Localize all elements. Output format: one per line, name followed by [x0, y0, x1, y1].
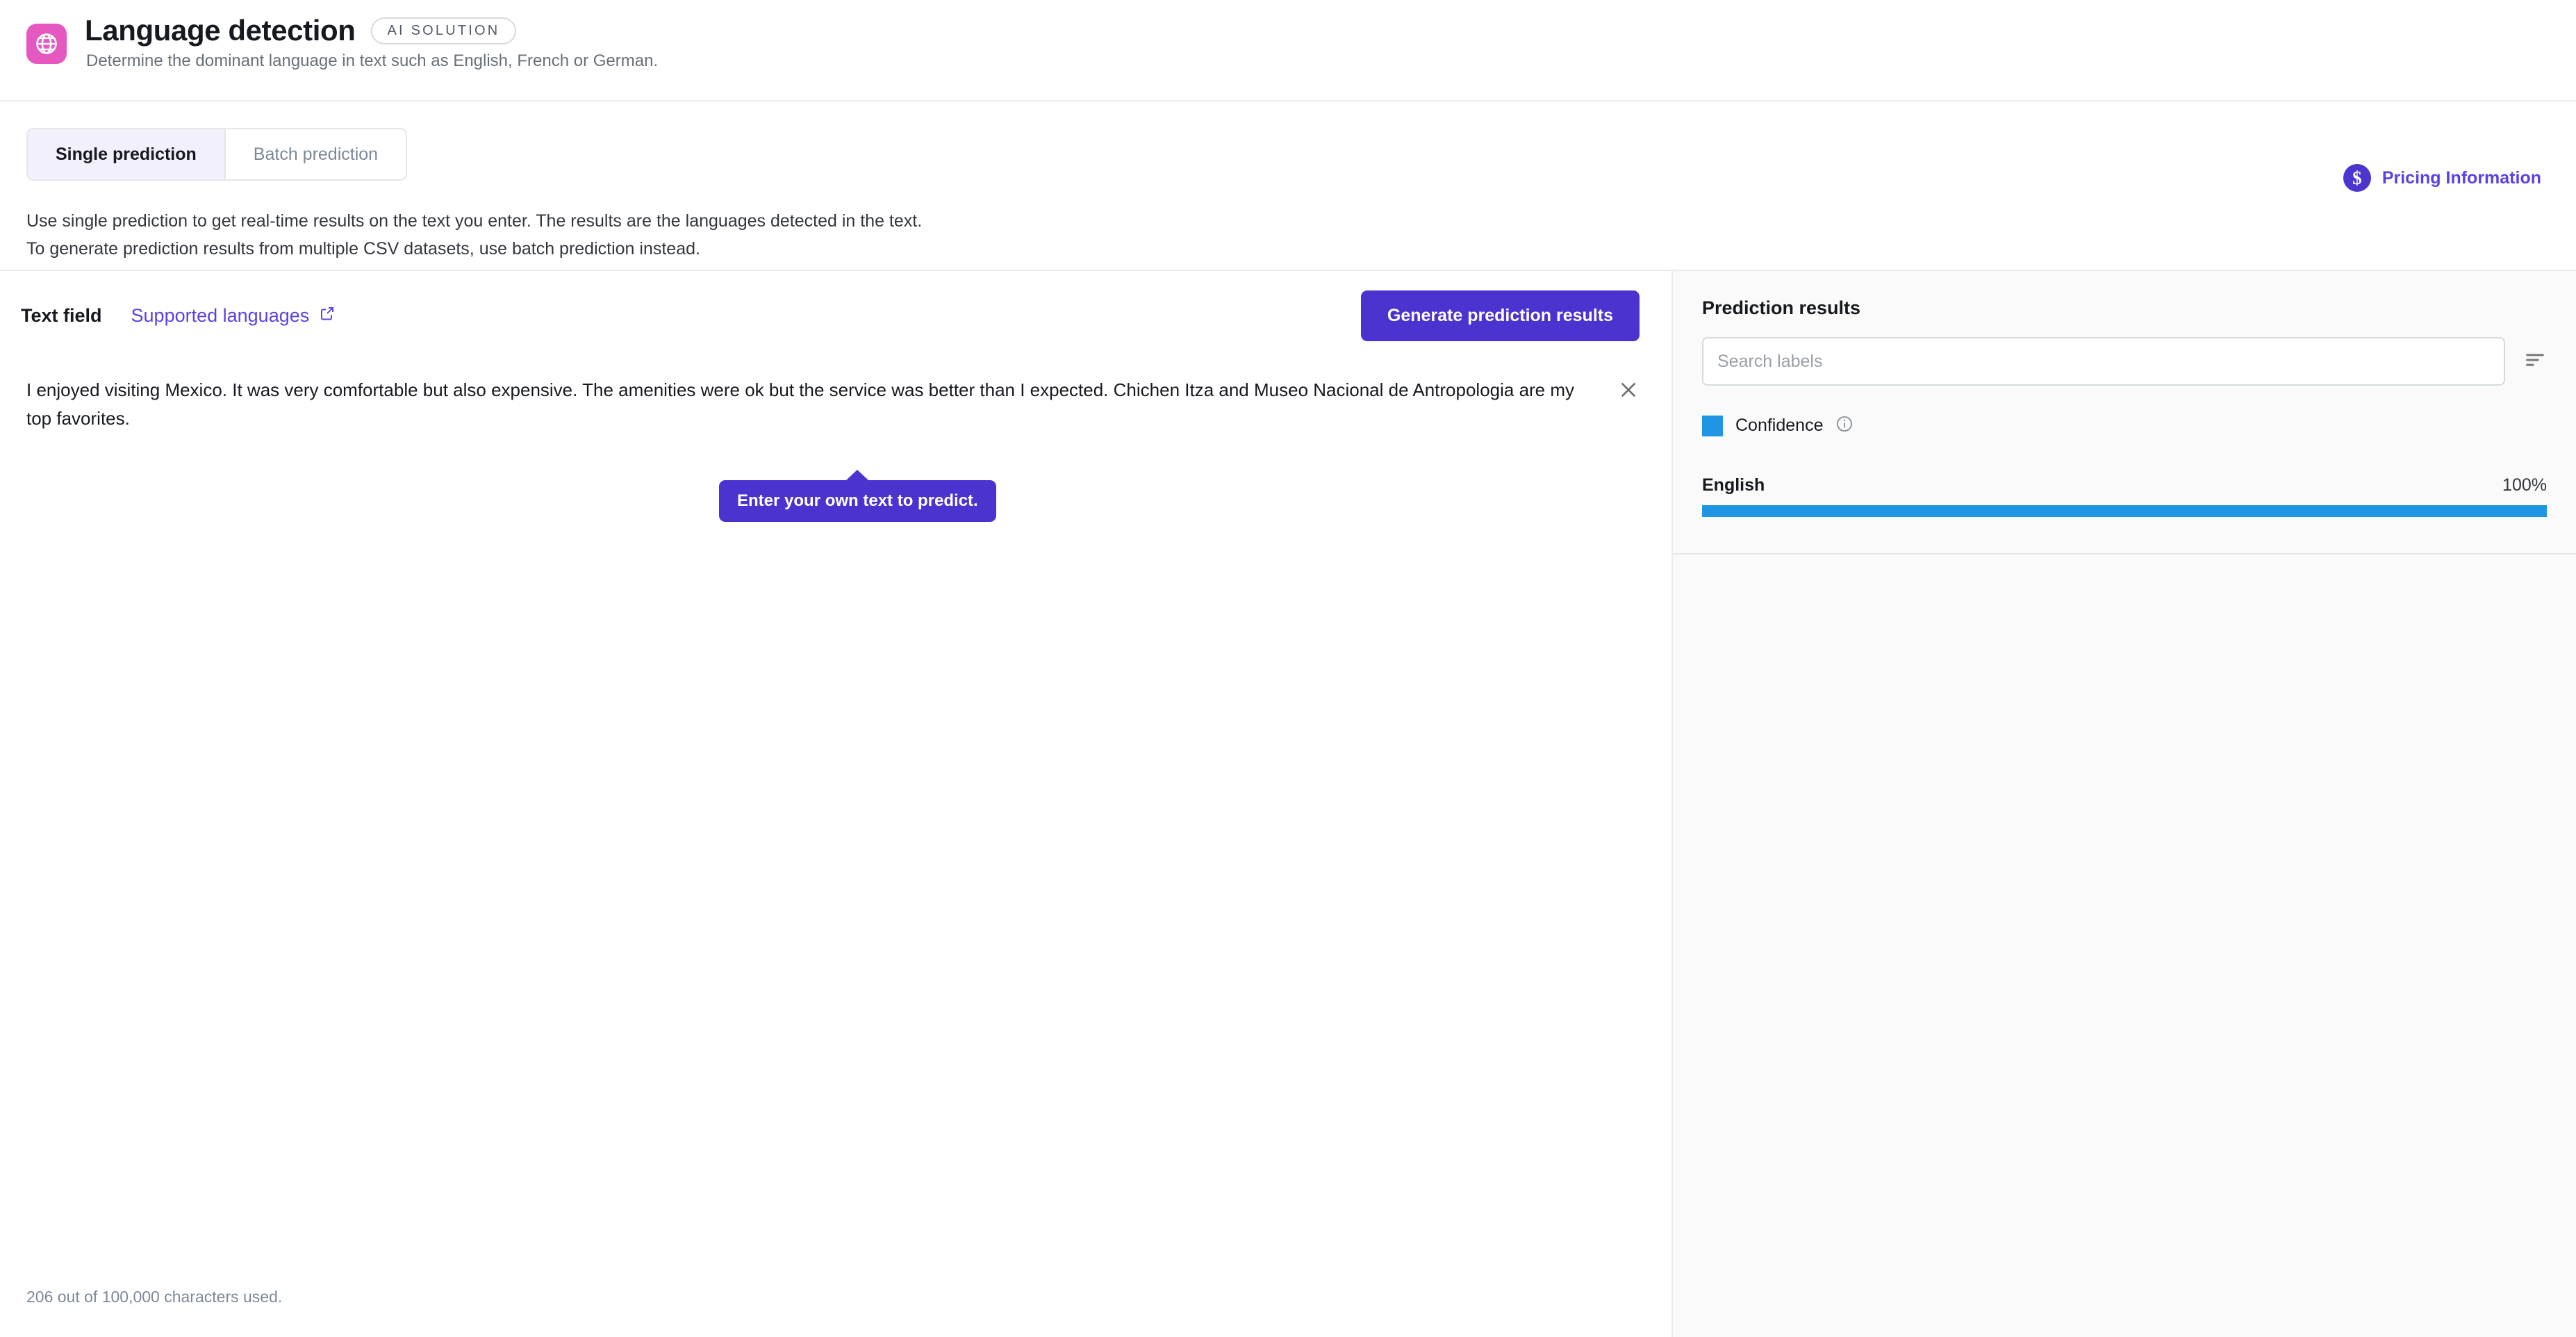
results-empty-space: [1673, 555, 2576, 1337]
result-row-english: English 100%: [1702, 475, 2547, 517]
result-head: English 100%: [1702, 475, 2547, 495]
confidence-legend: Confidence: [1702, 415, 2547, 436]
page-title: Language detection: [85, 14, 356, 47]
text-input-area[interactable]: I enjoyed visiting Mexico. It was very c…: [26, 376, 1602, 433]
intro-section: Single prediction Batch prediction Use s…: [0, 101, 2576, 271]
globe-icon: [26, 24, 67, 65]
result-confidence-value: 100%: [2502, 475, 2547, 495]
search-labels-input[interactable]: [1702, 337, 2505, 386]
character-count: 206 out of 100,000 characters used.: [26, 1288, 283, 1306]
page-subtitle: Determine the dominant language in text …: [86, 51, 659, 71]
prediction-mode-tabs: Single prediction Batch prediction: [26, 128, 408, 181]
search-row: [1702, 337, 2547, 386]
close-icon[interactable]: [1612, 373, 1645, 407]
confidence-bar-fill: [1702, 505, 2547, 517]
pricing-information-label: Pricing Information: [2381, 167, 2541, 188]
prediction-results-title: Prediction results: [1702, 297, 1861, 318]
result-label: English: [1702, 475, 1765, 495]
text-area-wrap: I enjoyed visiting Mexico. It was very c…: [0, 361, 1671, 1288]
tab-batch-prediction[interactable]: Batch prediction: [225, 129, 406, 179]
app-header: Language detection AI SOLUTION Determine…: [0, 0, 2576, 101]
header-row: Language detection AI SOLUTION Determine…: [26, 15, 2576, 72]
supported-languages-label: Supported languages: [131, 305, 310, 326]
text-field-label: Text field: [21, 305, 102, 326]
generate-prediction-results-button[interactable]: Generate prediction results: [1360, 290, 1640, 341]
body-split: Text field Supported languages Generate …: [0, 271, 2576, 1337]
legend-label: Confidence: [1735, 416, 1824, 435]
supported-languages-link[interactable]: Supported languages: [131, 305, 336, 327]
confidence-bar-track: [1702, 505, 2547, 517]
external-link-icon: [319, 305, 336, 327]
dollar-circle-icon: $: [2343, 164, 2371, 192]
text-field-toolbar: Text field Supported languages Generate …: [0, 271, 1671, 361]
title-line: Language detection AI SOLUTION: [85, 15, 658, 46]
sort-descending-icon[interactable]: [2523, 348, 2547, 375]
legend-color-swatch: [1702, 415, 1723, 436]
title-block: Language detection AI SOLUTION Determine…: [85, 15, 658, 72]
info-icon[interactable]: [1835, 415, 1853, 436]
intro-line-2: To generate prediction results from mult…: [26, 239, 700, 259]
ai-solution-badge: AI SOLUTION: [370, 17, 517, 44]
text-input-pane: Text field Supported languages Generate …: [0, 271, 1673, 1337]
tab-single-prediction[interactable]: Single prediction: [28, 129, 226, 179]
enter-text-tooltip: Enter your own text to predict.: [719, 480, 996, 522]
intro-line-1: Use single prediction to get real-time r…: [26, 211, 923, 231]
intro-text: Use single prediction to get real-time r…: [26, 207, 2576, 263]
prediction-results-card: Prediction results Confidence: [1673, 271, 2576, 555]
prediction-results-pane: Prediction results Confidence: [1673, 271, 2576, 1337]
pricing-information-link[interactable]: $ Pricing Information: [2343, 164, 2541, 192]
